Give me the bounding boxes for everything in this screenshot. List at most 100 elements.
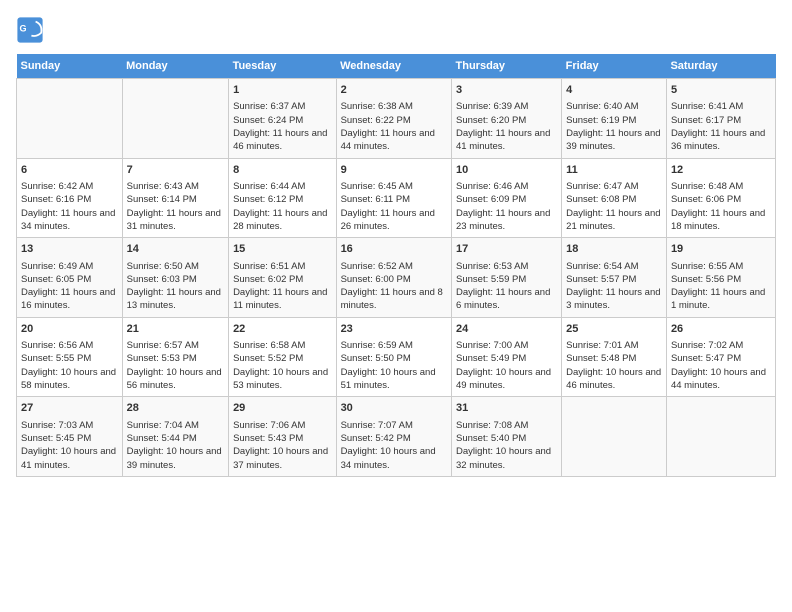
day-number: 28 (127, 401, 224, 416)
cell-info: Sunrise: 7:03 AM Sunset: 5:45 PM Dayligh… (21, 419, 118, 472)
calendar-cell: 1Sunrise: 6:37 AM Sunset: 6:24 PM Daylig… (229, 79, 337, 159)
calendar-cell: 20 Sunrise: 6:56 AM Sunset: 5:55 PM Dayli… (17, 317, 123, 397)
page-header: G (16, 16, 776, 44)
svg-text:G: G (20, 23, 27, 33)
cell-info: Sunrise: 6:49 AM Sunset: 6:05 PM Dayligh… (21, 260, 118, 313)
calendar-cell (17, 79, 123, 159)
day-number: 11 (566, 163, 662, 178)
column-header-thursday: Thursday (452, 54, 562, 79)
calendar-table: SundayMondayTuesdayWednesdayThursdayFrid… (16, 54, 776, 477)
cell-info: Sunrise: 7:04 AM Sunset: 5:44 PM Dayligh… (127, 419, 224, 472)
logo-icon: G (16, 16, 44, 44)
cell-info: Sunrise: 7:01 AM Sunset: 5:48 PM Dayligh… (566, 339, 662, 392)
calendar-week-row: 6 Sunrise: 6:42 AM Sunset: 6:16 PM Daylig… (17, 158, 776, 238)
logo: G (16, 16, 48, 44)
calendar-cell: 22 Sunrise: 6:58 AM Sunset: 5:52 PM Dayli… (229, 317, 337, 397)
calendar-week-row: 13 Sunrise: 6:49 AM Sunset: 6:05 PM Dayli… (17, 238, 776, 318)
day-number: 2 (341, 83, 447, 98)
column-header-saturday: Saturday (666, 54, 775, 79)
cell-info: Sunrise: 6:41 AM Sunset: 6:17 PM Dayligh… (671, 100, 771, 153)
calendar-cell: 27 Sunrise: 7:03 AM Sunset: 5:45 PM Dayli… (17, 397, 123, 477)
calendar-cell: 31Sunrise: 7:08 AM Sunset: 5:40 PM Dayli… (452, 397, 562, 477)
calendar-cell: 10 Sunrise: 6:46 AM Sunset: 6:09 PM Dayli… (452, 158, 562, 238)
calendar-cell: 11 Sunrise: 6:47 AM Sunset: 6:08 PM Dayli… (562, 158, 667, 238)
day-number: 6 (21, 163, 118, 178)
cell-info: Sunrise: 7:00 AM Sunset: 5:49 PM Dayligh… (456, 339, 557, 392)
cell-info: Sunrise: 6:59 AM Sunset: 5:50 PM Dayligh… (341, 339, 447, 392)
calendar-cell: 8 Sunrise: 6:44 AM Sunset: 6:12 PM Daylig… (229, 158, 337, 238)
day-number: 9 (341, 163, 447, 178)
calendar-header-row: SundayMondayTuesdayWednesdayThursdayFrid… (17, 54, 776, 79)
calendar-cell: 28 Sunrise: 7:04 AM Sunset: 5:44 PM Dayli… (122, 397, 228, 477)
calendar-cell: 12Sunrise: 6:48 AM Sunset: 6:06 PM Dayli… (666, 158, 775, 238)
column-header-friday: Friday (562, 54, 667, 79)
day-number: 15 (233, 242, 332, 257)
cell-info: Sunrise: 6:50 AM Sunset: 6:03 PM Dayligh… (127, 260, 224, 313)
cell-info: Sunrise: 6:39 AM Sunset: 6:20 PM Dayligh… (456, 100, 557, 153)
day-number: 22 (233, 322, 332, 337)
calendar-cell (666, 397, 775, 477)
cell-info: Sunrise: 6:45 AM Sunset: 6:11 PM Dayligh… (341, 180, 447, 233)
calendar-week-row: 27 Sunrise: 7:03 AM Sunset: 5:45 PM Dayli… (17, 397, 776, 477)
cell-info: Sunrise: 6:58 AM Sunset: 5:52 PM Dayligh… (233, 339, 332, 392)
cell-info: Sunrise: 6:42 AM Sunset: 6:16 PM Dayligh… (21, 180, 118, 233)
day-number: 21 (127, 322, 224, 337)
day-number: 24 (456, 322, 557, 337)
column-header-monday: Monday (122, 54, 228, 79)
cell-info: Sunrise: 6:56 AM Sunset: 5:55 PM Dayligh… (21, 339, 118, 392)
day-number: 20 (21, 322, 118, 337)
cell-info: Sunrise: 7:07 AM Sunset: 5:42 PM Dayligh… (341, 419, 447, 472)
calendar-cell: 6 Sunrise: 6:42 AM Sunset: 6:16 PM Daylig… (17, 158, 123, 238)
calendar-week-row: 1Sunrise: 6:37 AM Sunset: 6:24 PM Daylig… (17, 79, 776, 159)
calendar-cell: 21 Sunrise: 6:57 AM Sunset: 5:53 PM Dayli… (122, 317, 228, 397)
day-number: 14 (127, 242, 224, 257)
calendar-cell: 14 Sunrise: 6:50 AM Sunset: 6:03 PM Dayli… (122, 238, 228, 318)
calendar-cell: 16Sunrise: 6:52 AM Sunset: 6:00 PM Dayli… (336, 238, 451, 318)
calendar-cell: 18Sunrise: 6:54 AM Sunset: 5:57 PM Dayli… (562, 238, 667, 318)
day-number: 10 (456, 163, 557, 178)
cell-info: Sunrise: 6:54 AM Sunset: 5:57 PM Dayligh… (566, 260, 662, 313)
cell-info: Sunrise: 6:51 AM Sunset: 6:02 PM Dayligh… (233, 260, 332, 313)
cell-info: Sunrise: 7:02 AM Sunset: 5:47 PM Dayligh… (671, 339, 771, 392)
cell-info: Sunrise: 7:06 AM Sunset: 5:43 PM Dayligh… (233, 419, 332, 472)
cell-info: Sunrise: 6:53 AM Sunset: 5:59 PM Dayligh… (456, 260, 557, 313)
day-number: 13 (21, 242, 118, 257)
day-number: 8 (233, 163, 332, 178)
calendar-cell: 5Sunrise: 6:41 AM Sunset: 6:17 PM Daylig… (666, 79, 775, 159)
cell-info: Sunrise: 6:55 AM Sunset: 5:56 PM Dayligh… (671, 260, 771, 313)
calendar-cell: 23Sunrise: 6:59 AM Sunset: 5:50 PM Dayli… (336, 317, 451, 397)
cell-info: Sunrise: 6:47 AM Sunset: 6:08 PM Dayligh… (566, 180, 662, 233)
column-header-wednesday: Wednesday (336, 54, 451, 79)
day-number: 4 (566, 83, 662, 98)
calendar-cell (562, 397, 667, 477)
day-number: 27 (21, 401, 118, 416)
calendar-cell: 26 Sunrise: 7:02 AM Sunset: 5:47 PM Dayli… (666, 317, 775, 397)
day-number: 29 (233, 401, 332, 416)
day-number: 7 (127, 163, 224, 178)
cell-info: Sunrise: 6:52 AM Sunset: 6:00 PM Dayligh… (341, 260, 447, 313)
cell-info: Sunrise: 6:40 AM Sunset: 6:19 PM Dayligh… (566, 100, 662, 153)
calendar-cell: 15 Sunrise: 6:51 AM Sunset: 6:02 PM Dayli… (229, 238, 337, 318)
column-header-tuesday: Tuesday (229, 54, 337, 79)
calendar-cell: 25Sunrise: 7:01 AM Sunset: 5:48 PM Dayli… (562, 317, 667, 397)
day-number: 17 (456, 242, 557, 257)
calendar-cell: 30 Sunrise: 7:07 AM Sunset: 5:42 PM Dayli… (336, 397, 451, 477)
calendar-cell: 3 Sunrise: 6:39 AM Sunset: 6:20 PM Daylig… (452, 79, 562, 159)
day-number: 26 (671, 322, 771, 337)
calendar-cell: 17 Sunrise: 6:53 AM Sunset: 5:59 PM Dayli… (452, 238, 562, 318)
day-number: 19 (671, 242, 771, 257)
calendar-cell: 29 Sunrise: 7:06 AM Sunset: 5:43 PM Dayli… (229, 397, 337, 477)
calendar-cell (122, 79, 228, 159)
cell-info: Sunrise: 6:43 AM Sunset: 6:14 PM Dayligh… (127, 180, 224, 233)
calendar-cell: 2 Sunrise: 6:38 AM Sunset: 6:22 PM Daylig… (336, 79, 451, 159)
day-number: 3 (456, 83, 557, 98)
calendar-cell: 24 Sunrise: 7:00 AM Sunset: 5:49 PM Dayli… (452, 317, 562, 397)
cell-info: Sunrise: 6:38 AM Sunset: 6:22 PM Dayligh… (341, 100, 447, 153)
cell-info: Sunrise: 6:48 AM Sunset: 6:06 PM Dayligh… (671, 180, 771, 233)
cell-info: Sunrise: 7:08 AM Sunset: 5:40 PM Dayligh… (456, 419, 557, 472)
cell-info: Sunrise: 6:46 AM Sunset: 6:09 PM Dayligh… (456, 180, 557, 233)
cell-info: Sunrise: 6:44 AM Sunset: 6:12 PM Dayligh… (233, 180, 332, 233)
calendar-cell: 19 Sunrise: 6:55 AM Sunset: 5:56 PM Dayli… (666, 238, 775, 318)
day-number: 30 (341, 401, 447, 416)
cell-info: Sunrise: 6:57 AM Sunset: 5:53 PM Dayligh… (127, 339, 224, 392)
